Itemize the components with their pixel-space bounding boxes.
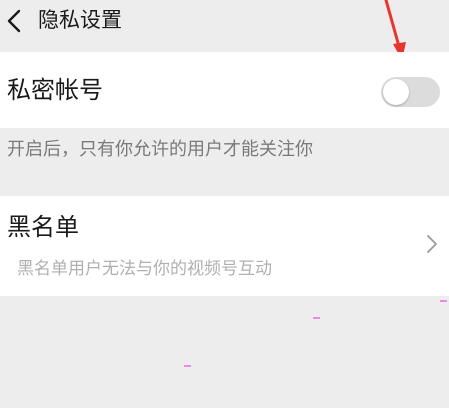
private-account-row: 私密帐号 [0, 52, 449, 128]
blacklist-row[interactable]: 黑名单 黑名单用户无法与你的视频号互动 [0, 196, 449, 296]
private-account-toggle[interactable] [381, 77, 440, 107]
screen-artifact [440, 300, 447, 302]
blacklist-description: 黑名单用户无法与你的视频号互动 [17, 259, 272, 279]
toggle-knob [383, 79, 409, 105]
back-chevron-icon[interactable] [4, 8, 26, 34]
screen-artifact [313, 317, 320, 319]
private-account-hint: 开启后，只有你允许的用户才能关注你 [7, 139, 313, 160]
blacklist-label: 黑名单 [7, 213, 79, 241]
chevron-right-icon [427, 235, 437, 253]
private-account-label: 私密帐号 [7, 76, 103, 104]
page-title: 隐私设置 [38, 8, 122, 32]
screen-artifact [184, 365, 191, 367]
